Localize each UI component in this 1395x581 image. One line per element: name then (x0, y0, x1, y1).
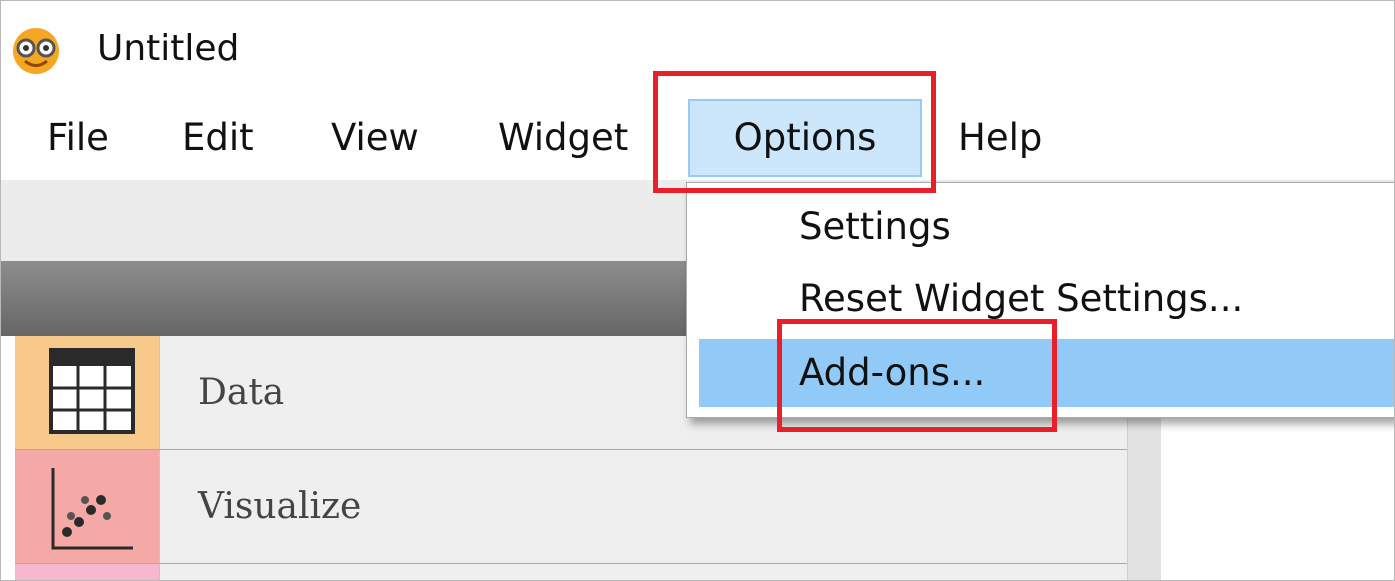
application-window: Untitled File Edit View Widget Options H… (0, 0, 1395, 581)
menu-item-add-ons[interactable]: Add-ons... (699, 339, 1394, 407)
category-visualize-label: Visualize (198, 486, 362, 527)
menu-item-reset-widget-settings[interactable]: Reset Widget Settings... (699, 265, 1394, 333)
scatter-plot-icon (51, 468, 133, 550)
title-bar: Untitled (1, 1, 1394, 96)
category-data-label: Data (198, 372, 285, 413)
menu-edit[interactable]: Edit (182, 99, 254, 177)
table-grid-icon (49, 348, 135, 434)
category-data-iconbox (15, 336, 159, 449)
category-visualize[interactable]: Visualize (15, 450, 1127, 564)
menu-file[interactable]: File (47, 99, 109, 177)
category-model[interactable] (15, 564, 1127, 580)
menu-item-settings[interactable]: Settings (699, 193, 1394, 261)
menu-view[interactable]: View (331, 99, 419, 177)
window-title: Untitled (97, 28, 240, 69)
menu-help[interactable]: Help (958, 99, 1042, 177)
menu-widget[interactable]: Widget (498, 99, 628, 177)
orange-mascot-logo-icon (13, 28, 59, 74)
options-dropdown-menu: Settings Reset Widget Settings... Add-on… (686, 182, 1394, 418)
category-visualize-iconbox (15, 450, 159, 563)
menu-options[interactable]: Options (688, 99, 922, 177)
category-model-iconbox (15, 564, 159, 580)
category-visualize-body: Visualize (159, 450, 1127, 563)
category-model-body (159, 564, 1127, 580)
